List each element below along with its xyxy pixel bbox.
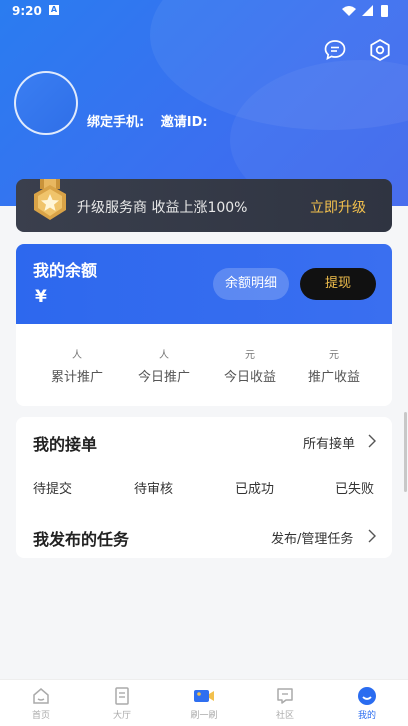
bottom-tab-bar: 首页 大厅 刷一刷 社区 我的 [0,679,408,726]
stat-label: 累计推广 [50,370,103,385]
stat-today-earnings[interactable]: 元 今日收益 [203,346,297,385]
promotion-stats: 人 累计推广 人 今日推广 元 今日收益 元 推广收益 [16,324,392,406]
battery-icon [381,5,388,17]
all-orders-link[interactable]: 所有接单 [303,433,355,452]
my-orders-title: 我的接单 [33,435,98,454]
stat-label: 推广收益 [307,370,360,385]
profile-icon [358,687,376,705]
hall-icon [115,687,129,705]
signal-icon [362,5,373,16]
tab-label: 社区 [275,711,294,721]
settings-icon[interactable] [368,38,392,62]
stat-unit: 人 [72,350,82,361]
order-status-pending-submit[interactable]: 待提交 [33,478,72,497]
stat-today-promotion[interactable]: 人 今日推广 [117,346,211,385]
order-status-pending-review[interactable]: 待审核 [134,478,173,497]
status-icons [342,5,388,17]
balance-amount: ¥ [35,287,47,307]
stat-label: 今日收益 [223,370,276,385]
upgrade-banner[interactable]: 升级服务商 收益上涨100% 立即升级 [16,179,392,232]
community-icon [277,688,293,704]
stat-promotion-earnings[interactable]: 元 推广收益 [287,346,381,385]
stat-total-promotion[interactable]: 人 累计推广 [30,346,124,385]
chevron-right-icon[interactable] [367,434,377,448]
tab-label: 我的 [357,711,376,721]
user-info: 绑定手机: 邀请ID: [87,111,220,130]
status-time: 9:20 [12,4,42,18]
chat-icon[interactable] [323,38,347,62]
stat-unit: 元 [245,350,255,361]
balance-title: 我的余额 [33,261,98,280]
tab-label: 刷一刷 [190,711,218,721]
tab-community[interactable]: 社区 [255,686,315,721]
stat-unit: 元 [329,350,339,361]
tab-profile[interactable]: 我的 [337,686,397,721]
invite-id-label: 邀请ID: [160,115,208,130]
upgrade-now-button[interactable]: 立即升级 [310,197,366,217]
balance-detail-button[interactable]: 余额明细 [213,268,289,300]
manage-tasks-link[interactable]: 发布/管理任务 [271,528,353,547]
tab-home[interactable]: 首页 [11,686,71,721]
avatar[interactable] [14,71,78,135]
my-tasks-title: 我发布的任务 [33,530,130,549]
home-icon [33,688,49,704]
status-bar: 9:20 A [0,0,408,24]
withdraw-button[interactable]: 提现 [300,268,376,300]
bound-phone-label: 绑定手机: [87,115,145,130]
tab-label: 首页 [31,711,50,721]
wifi-icon [342,6,356,16]
notification-icon: A [49,5,59,15]
tab-video[interactable]: 刷一刷 [174,686,234,721]
stat-unit: 人 [159,350,169,361]
order-status-succeeded[interactable]: 已成功 [235,478,274,497]
orders-card: 我的接单 所有接单 待提交 待审核 已成功 已失败 我发布的任务 发布/管理任务 [16,417,392,558]
medal-icon [34,179,66,220]
tab-hall[interactable]: 大厅 [92,686,152,721]
tab-label: 大厅 [112,711,131,721]
balance-card: 我的余额 ¥ 余额明细 提现 [16,244,392,324]
video-icon [194,690,214,702]
upgrade-text: 升级服务商 收益上涨100% [77,200,248,216]
order-status-failed[interactable]: 已失败 [335,478,374,497]
stat-label: 今日推广 [137,370,190,385]
chevron-right-icon[interactable] [367,529,377,543]
scrollbar[interactable] [404,412,407,492]
